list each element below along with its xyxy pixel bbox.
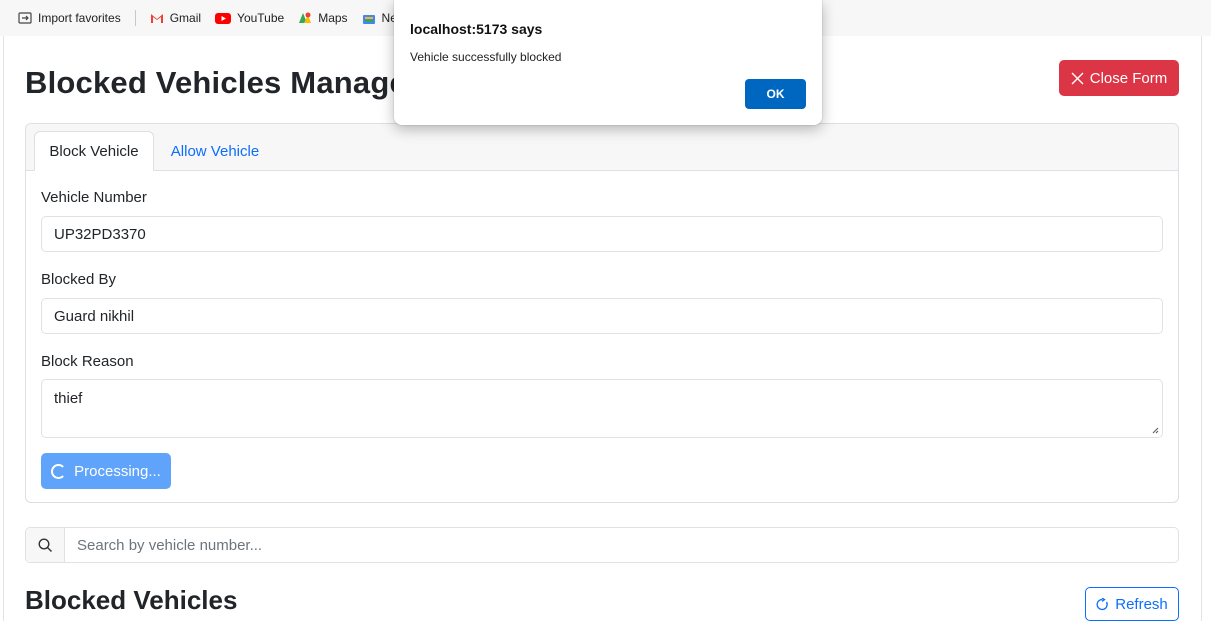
refresh-label: Refresh (1115, 595, 1168, 613)
dialog-ok-label: OK (766, 87, 785, 101)
dialog-ok-button[interactable]: OK (745, 79, 806, 109)
vehicle-number-value: UP32PD3370 (54, 225, 146, 243)
bookmark-label: YouTube (237, 11, 285, 25)
spinner-icon (51, 463, 67, 479)
youtube-icon (215, 13, 232, 24)
dialog-title: localhost:5173 says (410, 21, 543, 37)
close-icon (1071, 72, 1084, 84)
maps-icon (299, 12, 312, 23)
dialog-message: Vehicle successfully blocked (410, 50, 562, 64)
block-vehicle-card: Block Vehicle Allow Vehicle Vehicle Numb… (25, 123, 1179, 503)
bookmark-maps[interactable]: Maps (298, 11, 348, 25)
vehicle-number-input[interactable]: UP32PD3370 (41, 216, 1163, 252)
bookmark-label: Import favorites (38, 11, 121, 25)
tab-label: Allow Vehicle (170, 142, 260, 160)
news-icon (362, 15, 375, 24)
blocked-by-value: Guard nikhil (54, 307, 135, 325)
tab-bar: Block Vehicle Allow Vehicle (26, 124, 1178, 171)
block-reason-value: thief (54, 390, 83, 407)
bookmark-label: Gmail (169, 11, 202, 25)
block-reason-label: Block Reason (41, 353, 134, 370)
bookmark-youtube[interactable]: YouTube (215, 11, 284, 25)
bookmark-label: Maps (318, 11, 348, 25)
search-placeholder: Search by vehicle number... (77, 536, 263, 554)
bookmark-import-favorites[interactable]: Import favorites (18, 11, 121, 25)
refresh-icon (1096, 597, 1108, 610)
tab-label: Block Vehicle (49, 142, 139, 160)
close-form-label: Close Form (1089, 69, 1168, 87)
search-bar: Search by vehicle number... (25, 527, 1179, 563)
blocked-vehicles-heading: Blocked Vehicles (25, 585, 238, 615)
search-input[interactable]: Search by vehicle number... (65, 528, 1178, 562)
block-reason-textarea[interactable]: thief (41, 379, 1163, 438)
bookmark-gmail[interactable]: Gmail (150, 11, 201, 25)
search-icon (37, 537, 52, 552)
tab-allow-vehicle[interactable]: Allow Vehicle (162, 131, 268, 171)
vehicle-number-label: Vehicle Number (41, 189, 147, 206)
close-form-button[interactable]: Close Form (1059, 60, 1179, 96)
import-favorites-icon (18, 12, 32, 24)
resize-grip-icon[interactable] (1152, 427, 1159, 434)
blocked-by-input[interactable]: Guard nikhil (41, 298, 1163, 334)
blocked-by-label: Blocked By (41, 271, 117, 288)
bookmark-separator (134, 10, 136, 26)
tab-block-vehicle[interactable]: Block Vehicle (34, 131, 154, 171)
alert-dialog: localhost:5173 says Vehicle successfully… (394, 0, 822, 125)
gmail-icon (150, 14, 163, 23)
processing-label: Processing... (74, 462, 161, 480)
refresh-button[interactable]: Refresh (1085, 587, 1179, 621)
processing-button[interactable]: Processing... (41, 453, 171, 489)
search-addon (26, 528, 65, 562)
